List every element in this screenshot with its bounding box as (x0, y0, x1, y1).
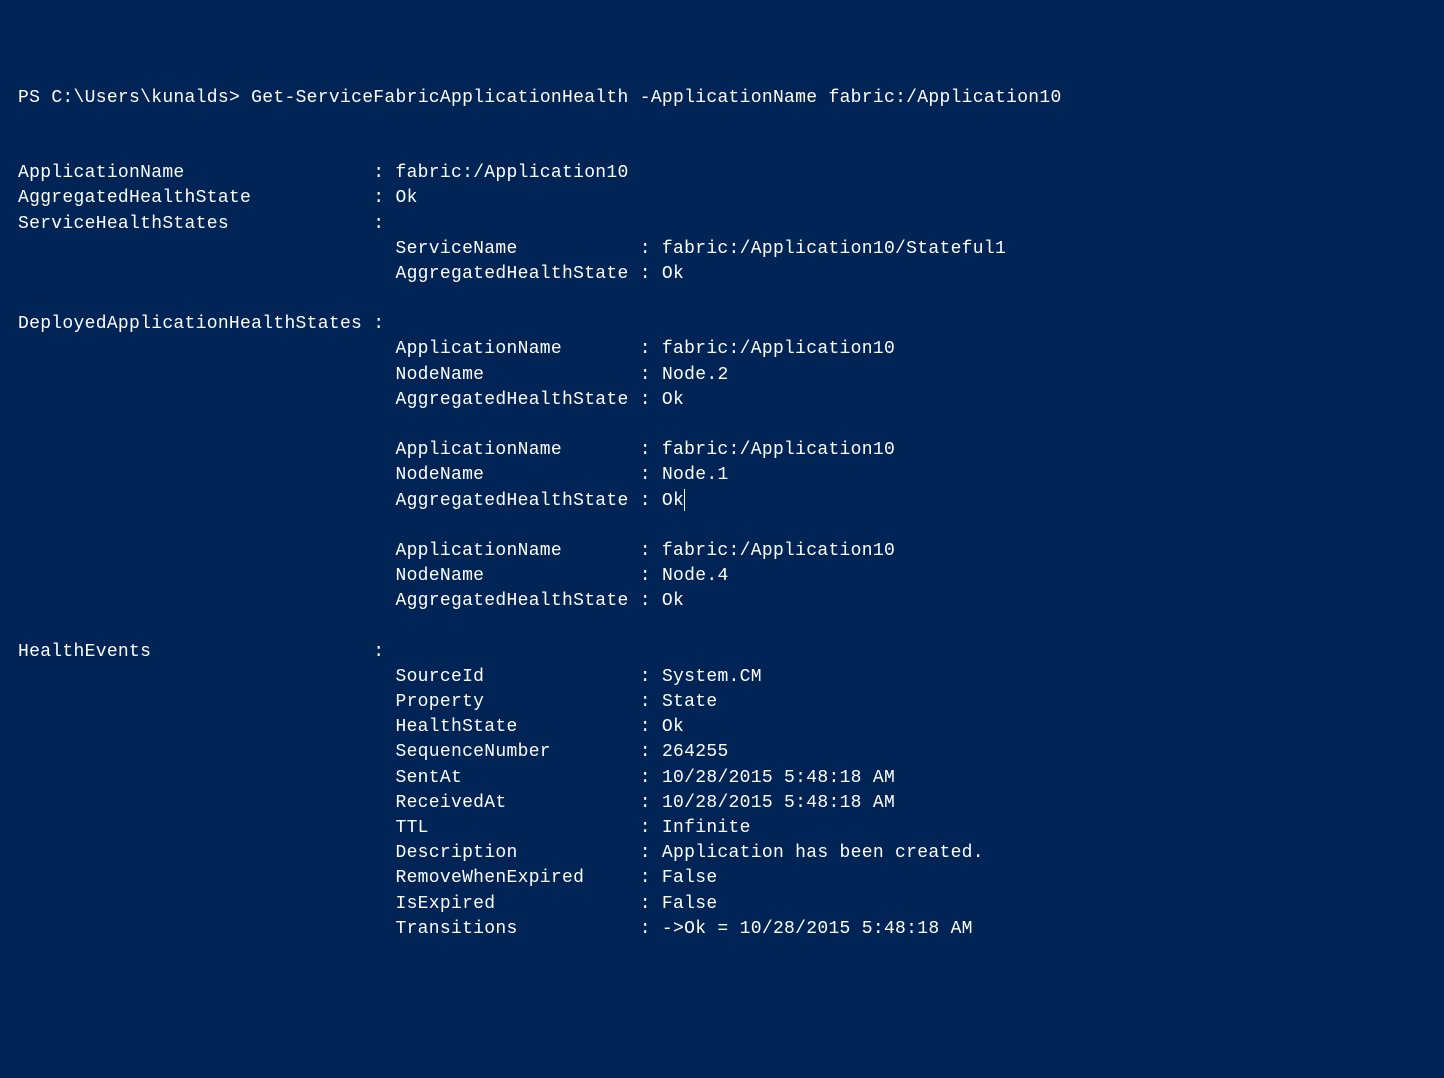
label-aggregated-health-state: AggregatedHealthState (18, 188, 251, 208)
output-row-he-ttl: TTL : Infinite (18, 818, 751, 838)
output-row-dep0-app: ApplicationName : fabric:/Application10 (18, 339, 895, 359)
label-he-transitions: Transitions (395, 919, 517, 939)
value-svc-service-name: fabric:/Application10/Stateful1 (662, 239, 1006, 259)
value-application-name: fabric:/Application10 (395, 163, 628, 183)
output-row-he-remove: RemoveWhenExpired : False (18, 868, 717, 888)
value-he-sequence-number: 264255 (662, 742, 729, 762)
output-row-dep2-app: ApplicationName : fabric:/Application10 (18, 541, 895, 561)
label-he-health-state: HealthState (395, 717, 517, 737)
label-dep1-app-name: ApplicationName (395, 440, 562, 460)
value-dep1-node-name: Node.1 (662, 465, 729, 485)
output-row-dep0-agg: AggregatedHealthState : Ok (18, 390, 684, 410)
label-service-health-states: ServiceHealthStates (18, 214, 229, 234)
output-row-he-received: ReceivedAt : 10/28/2015 5:48:18 AM (18, 793, 895, 813)
label-health-events: HealthEvents (18, 642, 151, 662)
prompt-prefix: PS (18, 88, 51, 108)
label-he-received-at: ReceivedAt (395, 793, 506, 813)
output-row-app-name: ApplicationName : fabric:/Application10 (18, 163, 629, 183)
output-row-he-health-state: HealthState : Ok (18, 717, 684, 737)
value-he-transitions: ->Ok = 10/28/2015 5:48:18 AM (662, 919, 973, 939)
label-svc-agg-health: AggregatedHealthState (395, 264, 628, 284)
label-he-description: Description (395, 843, 517, 863)
terminal-output[interactable]: PS C:\Users\kunalds> Get-ServiceFabricAp… (18, 86, 1426, 942)
label-application-name: ApplicationName (18, 163, 185, 183)
label-dep0-app-name: ApplicationName (395, 339, 562, 359)
label-he-ttl: TTL (395, 818, 428, 838)
value-dep0-app-name: fabric:/Application10 (662, 339, 895, 359)
label-dep0-agg-health: AggregatedHealthState (395, 390, 628, 410)
value-dep1-app-name: fabric:/Application10 (662, 440, 895, 460)
value-dep0-node-name: Node.2 (662, 365, 729, 385)
value-he-is-expired: False (662, 894, 718, 914)
output-row-deployed: DeployedApplicationHealthStates : (18, 314, 395, 334)
label-he-source-id: SourceId (395, 667, 484, 687)
value-he-sent-at: 10/28/2015 5:48:18 AM (662, 768, 895, 788)
value-aggregated-health-state: Ok (395, 188, 417, 208)
value-he-health-state: Ok (662, 717, 684, 737)
output-row-dep1-agg: AggregatedHealthState : Ok (18, 491, 685, 511)
label-deployed-app-health-states: DeployedApplicationHealthStates (18, 314, 362, 334)
label-dep2-agg-health: AggregatedHealthState (395, 591, 628, 611)
output-row-svc-name: ServiceName : fabric:/Application10/Stat… (18, 239, 1006, 259)
prompt-separator: > (229, 88, 251, 108)
label-dep1-node-name: NodeName (395, 465, 484, 485)
output-row-service-health: ServiceHealthStates : (18, 214, 395, 234)
value-dep2-node-name: Node.4 (662, 566, 729, 586)
label-he-property: Property (395, 692, 484, 712)
value-he-property: State (662, 692, 718, 712)
command-text: Get-ServiceFabricApplicationHealth -Appl… (251, 88, 1061, 108)
output-row-health-events: HealthEvents : (18, 642, 395, 662)
text-cursor (684, 489, 685, 511)
value-he-description: Application has been created. (662, 843, 984, 863)
output-row-he-transitions: Transitions : ->Ok = 10/28/2015 5:48:18 … (18, 919, 973, 939)
output-row-dep1-app: ApplicationName : fabric:/Application10 (18, 440, 895, 460)
prompt-line: PS C:\Users\kunalds> Get-ServiceFabricAp… (18, 88, 1062, 108)
output-row-he-source: SourceId : System.CM (18, 667, 762, 687)
label-dep0-node-name: NodeName (395, 365, 484, 385)
label-dep2-app-name: ApplicationName (395, 541, 562, 561)
output-row-he-desc: Description : Application has been creat… (18, 843, 984, 863)
label-dep1-agg-health: AggregatedHealthState (395, 491, 628, 511)
output-row-agg-health: AggregatedHealthState : Ok (18, 188, 418, 208)
value-he-received-at: 10/28/2015 5:48:18 AM (662, 793, 895, 813)
output-row-dep2-node: NodeName : Node.4 (18, 566, 729, 586)
output-row-svc-agg: AggregatedHealthState : Ok (18, 264, 684, 284)
value-dep1-agg-health: Ok (662, 491, 684, 511)
value-he-ttl: Infinite (662, 818, 751, 838)
label-he-sequence-number: SequenceNumber (395, 742, 550, 762)
label-he-sent-at: SentAt (395, 768, 462, 788)
output-row-dep2-agg: AggregatedHealthState : Ok (18, 591, 684, 611)
output-row-he-seq: SequenceNumber : 264255 (18, 742, 729, 762)
label-he-is-expired: IsExpired (395, 894, 495, 914)
label-he-remove-when-expired: RemoveWhenExpired (395, 868, 584, 888)
label-dep2-node-name: NodeName (395, 566, 484, 586)
label-svc-service-name: ServiceName (395, 239, 517, 259)
output-row-he-expired: IsExpired : False (18, 894, 717, 914)
value-he-remove-when-expired: False (662, 868, 718, 888)
output-row-he-sent: SentAt : 10/28/2015 5:48:18 AM (18, 768, 895, 788)
value-he-source-id: System.CM (662, 667, 762, 687)
output-row-dep1-node: NodeName : Node.1 (18, 465, 729, 485)
output-row-he-property: Property : State (18, 692, 717, 712)
prompt-path: C:\Users\kunalds (51, 88, 229, 108)
value-dep2-app-name: fabric:/Application10 (662, 541, 895, 561)
value-dep2-agg-health: Ok (662, 591, 684, 611)
value-svc-agg-health: Ok (662, 264, 684, 284)
value-dep0-agg-health: Ok (662, 390, 684, 410)
output-row-dep0-node: NodeName : Node.2 (18, 365, 729, 385)
